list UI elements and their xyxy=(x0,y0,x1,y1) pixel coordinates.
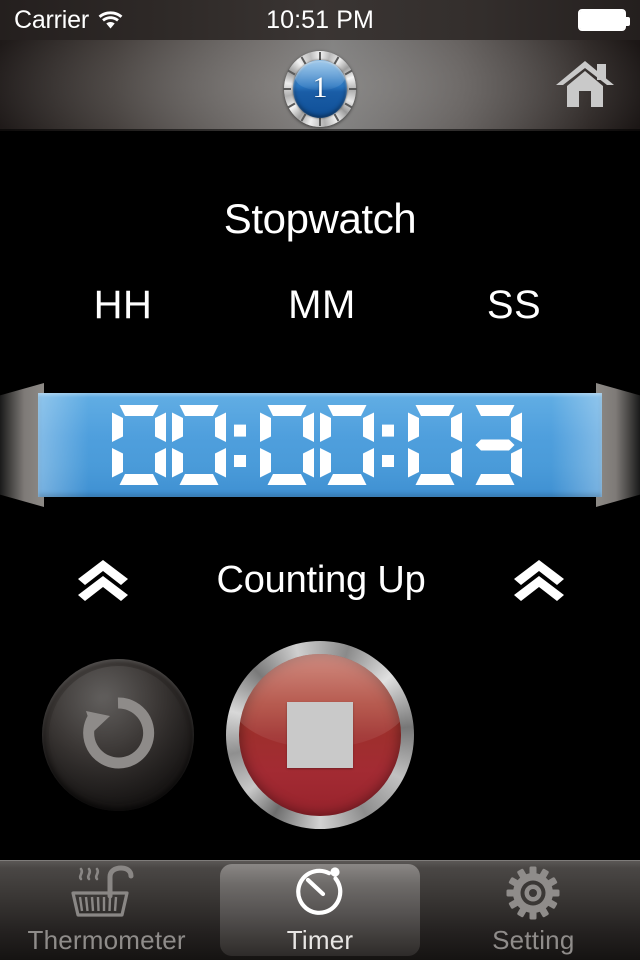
nav-bar: 1 xyxy=(0,40,640,131)
dial-badge-number: 1 xyxy=(312,71,328,104)
tab-timer[interactable]: Timer xyxy=(213,860,426,960)
page-title: Stopwatch xyxy=(223,195,417,242)
tab-setting[interactable]: Setting xyxy=(427,860,640,960)
chevron-double-up-icon-right[interactable] xyxy=(484,558,594,602)
mode-row: Counting Up xyxy=(0,545,640,615)
mode-label: Counting Up xyxy=(216,558,426,601)
lcd-panel xyxy=(38,393,602,497)
unit-label-hours: HH xyxy=(93,283,153,327)
tab-label-thermometer: Thermometer xyxy=(27,924,186,955)
app-screen: Carrier 10:51 PM 1 Stopwatch HH MM SS Co… xyxy=(0,0,640,960)
status-bar-left: Carrier xyxy=(14,6,123,35)
wifi-icon xyxy=(98,10,123,30)
reset-button[interactable] xyxy=(42,659,194,811)
lcd-end-cap-right xyxy=(596,383,640,507)
status-bar: Carrier 10:51 PM xyxy=(0,0,640,40)
clock-label: 10:51 PM xyxy=(266,5,374,34)
stop-button[interactable] xyxy=(226,641,414,829)
dial-inner-face: 1 xyxy=(293,60,347,118)
status-bar-right xyxy=(578,9,630,31)
stop-button-face xyxy=(239,654,401,816)
home-button[interactable] xyxy=(550,58,620,116)
unit-label-minutes: MM xyxy=(288,283,356,327)
chevron-double-up-icon-left[interactable] xyxy=(48,558,158,602)
tab-bar: Thermometer Timer Setting xyxy=(0,860,640,960)
tab-thermometer[interactable]: Thermometer xyxy=(0,860,213,960)
carrier-label: Carrier xyxy=(14,5,89,34)
unit-label-row: HH MM SS xyxy=(0,283,640,328)
tab-label-setting: Setting xyxy=(492,924,575,955)
lcd-seven-segment-digits xyxy=(112,405,522,485)
stop-square-icon xyxy=(287,702,353,768)
unit-label-seconds: SS xyxy=(486,283,542,327)
battery-fill xyxy=(580,11,624,29)
sauna-stove-icon xyxy=(69,864,145,921)
home-icon xyxy=(554,59,616,116)
stopwatch-icon xyxy=(288,865,352,921)
tab-label-timer: Timer xyxy=(286,924,354,955)
battery-full-icon xyxy=(578,9,630,31)
control-buttons xyxy=(0,641,640,831)
time-display[interactable] xyxy=(0,383,640,507)
reset-rotate-ccw-icon xyxy=(76,691,160,780)
main-content: Stopwatch HH MM SS Counting Up xyxy=(0,131,640,860)
gear-icon xyxy=(503,865,563,921)
dial-button[interactable]: 1 xyxy=(283,51,357,127)
